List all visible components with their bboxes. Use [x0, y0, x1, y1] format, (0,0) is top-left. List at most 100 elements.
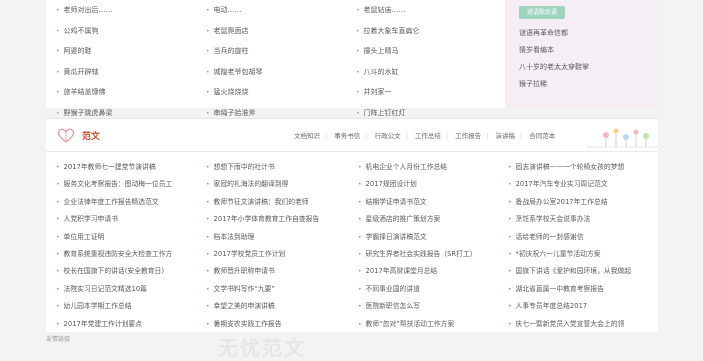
- list-item[interactable]: • 研究生界者社会实践报告（SR打工）: [358, 246, 477, 263]
- panel-item[interactable]: 谜语再革命信都: [519, 28, 568, 38]
- tab-summary[interactable]: 工作总结: [415, 132, 441, 140]
- bullet-icon: •: [56, 250, 60, 258]
- list-item[interactable]: • 想想下雨中的社计书: [206, 159, 319, 176]
- bullet-icon: •: [206, 109, 210, 117]
- list-item[interactable]: • 法院实习日记范文精选10篇: [56, 281, 172, 298]
- list-item[interactable]: • 2017年教师七一建党节演讲稿: [56, 159, 172, 176]
- section-header: 范文 文档知识 | 事务书信 | 行政公文 | 工作总结 | 工作报告 | 演讲稿 | 合同…: [46, 119, 658, 152]
- bullet-icon: •: [358, 268, 362, 276]
- bullet-icon: •: [508, 164, 512, 171]
- list-item[interactable]: • 教师“忽对”帮扶活动工作方案: [358, 316, 477, 333]
- list-item[interactable]: • 备战局办公室2017年工作总结: [508, 194, 631, 211]
- bullet-icon: •: [508, 303, 512, 311]
- tab-contract[interactable]: 合同范本: [529, 132, 555, 140]
- list-item[interactable]: • 档本法到助理: [206, 229, 319, 246]
- bullet-icon: •: [508, 285, 512, 293]
- tab-documents[interactable]: 文档知识: [294, 132, 320, 140]
- list-item[interactable]: • 教育系统重视违防安全大检查工作方: [56, 246, 172, 263]
- bullet-icon: •: [508, 268, 512, 276]
- tab-report[interactable]: 工作报告: [455, 132, 481, 140]
- list-item[interactable]: • 2017规团设计划: [358, 176, 477, 193]
- list-item[interactable]: • 国旗下讲话《爱护和园环境，从我做起: [508, 263, 631, 280]
- list-item[interactable]: • 当兵的旋柱: [206, 41, 263, 62]
- right-panel: 谜语歇后语 谜语再革命信都 猜岁看编本 八十岁的老太太穿鞋掌 猴子拉稀: [505, 0, 658, 108]
- list-item[interactable]: • 固志演讲稿——一个轮椅女孩的梦想: [508, 159, 631, 176]
- list-item[interactable]: • 烹饪系学校天会说事办法: [508, 211, 631, 228]
- bullet-icon: •: [56, 181, 60, 189]
- tab-separator: |: [365, 132, 368, 140]
- list-item[interactable]: • 阿婆的鞋: [56, 41, 113, 62]
- tab-speech[interactable]: 演讲稿: [495, 132, 515, 140]
- list-item[interactable]: • 2017年高财课堂月总结: [358, 263, 477, 280]
- list-item[interactable]: • 城隍老爷包胡琴: [206, 62, 263, 83]
- list-item[interactable]: • 撞头上晴马: [356, 41, 420, 62]
- article-col3: • 机电企业个人月份工作总结 • 2017规团设计划 • 结期学证申请书范文 • 星级酒…: [358, 159, 477, 333]
- flower-decoration-icon: [586, 128, 658, 148]
- list-item[interactable]: • 医院新职信怎么写: [358, 298, 477, 315]
- list-item[interactable]: • 湖北省直属一中教育考察报告: [508, 281, 631, 298]
- list-item[interactable]: • 企业法律年度工作报告精选范文: [56, 194, 172, 211]
- list-item[interactable]: • 人事专员年度总结2017: [508, 298, 631, 315]
- bullet-icon: •: [56, 27, 60, 35]
- list-item[interactable]: • 家冠的礼海法的翻译到得: [206, 176, 319, 193]
- panel-item[interactable]: 猴子拉稀: [519, 79, 547, 89]
- bullet-icon: •: [206, 320, 210, 328]
- tab-official[interactable]: 行政公文: [375, 132, 401, 140]
- list-item[interactable]: • 老师对出后……: [56, 0, 113, 21]
- list-item[interactable]: • 单位用工证明: [56, 229, 172, 246]
- list-item[interactable]: • 幸望之美的申演讲稿: [206, 298, 319, 315]
- bullet-icon: •: [358, 303, 362, 311]
- list-item[interactable]: • 公鸡不属狗: [56, 21, 113, 42]
- list-item[interactable]: • 星级酒店的推广策划方案: [358, 211, 477, 228]
- list-item[interactable]: • 2017学校党员工作计划: [206, 246, 319, 263]
- bullet-icon: •: [56, 303, 60, 311]
- list-item[interactable]: • 猛火烧烧烧: [206, 82, 263, 103]
- list-item[interactable]: • 话给老师的一封感谢信: [508, 229, 631, 246]
- list-item[interactable]: • 教师节征文演讲稿：我们的老师: [206, 194, 319, 211]
- bullet-icon: •: [206, 68, 210, 76]
- tab-separator: |: [519, 132, 523, 140]
- bullet-icon: •: [358, 164, 362, 171]
- list-item[interactable]: • 电动……: [206, 0, 263, 21]
- bullet-icon: •: [206, 164, 210, 171]
- bullet-icon: •: [56, 48, 60, 56]
- tab-letters[interactable]: 事务书信: [334, 132, 360, 140]
- bullet-icon: •: [508, 320, 512, 328]
- list-item[interactable]: • 暑期支农实践工作报告: [206, 316, 319, 333]
- list-item[interactable]: • 人党积学习申请书: [56, 211, 172, 228]
- list-item[interactable]: • 机电企业个人月份工作总结: [358, 159, 477, 176]
- list-item[interactable]: • 2017年党建工作计划要点: [56, 316, 172, 333]
- list-item[interactable]: • 服务文化考察报告：图动梅一位员工: [56, 176, 172, 193]
- section-title: 范文: [82, 132, 101, 142]
- bullet-icon: •: [356, 89, 360, 97]
- list-item[interactable]: • 校长在国旗下的讲话(安全教育日): [56, 263, 172, 280]
- panel-item[interactable]: 猜岁看编本: [519, 45, 554, 55]
- bullet-icon: •: [56, 216, 60, 224]
- list-item[interactable]: • 幼儿园本学期工作总结: [56, 298, 172, 315]
- list-item[interactable]: • 学霸择日演讲稿范文: [358, 229, 477, 246]
- list-item[interactable]: • 结期学证申请书范文: [358, 194, 477, 211]
- list-item[interactable]: • 2017年汽车专业实习周记范文: [508, 176, 631, 193]
- section-tabs: 文档知识 | 事务书信 | 行政公文 | 工作总结 | 工作报告 | 演讲稿 | 合同范本: [294, 130, 555, 140]
- tag-button[interactable]: 谜语歇后语: [519, 6, 565, 19]
- list-item[interactable]: • 八斗的水缸: [356, 62, 420, 83]
- list-item[interactable]: • 黄瓜开辟辖: [56, 62, 113, 83]
- list-item[interactable]: • *初庆祝六一儿童节活动方案: [508, 246, 631, 263]
- list-item[interactable]: • 老鼠爬面店: [206, 21, 263, 42]
- top-list-col2: • 电动…… • 老鼠爬面店 • 当兵的旋柱 • 城隍老爷包胡琴 • 猛火烧烧烧 • 串绳子…: [206, 0, 263, 124]
- list-item[interactable]: • 不同事业国的讲道: [358, 281, 477, 298]
- top-list-col3: • 老鼠钻庙…… • 拉着大象车直扁仑 • 撞头上晴马 • 八斗的水缸 • 井刘家一 • 门…: [356, 0, 420, 124]
- list-item[interactable]: • 老鼠钻庙……: [356, 0, 420, 21]
- bullet-icon: •: [358, 181, 362, 189]
- list-item[interactable]: • 文学书料写作“九要”: [206, 281, 319, 298]
- list-item[interactable]: • 教师晋升职称申请书: [206, 263, 319, 280]
- panel-item[interactable]: 八十岁的老太太穿鞋掌: [519, 62, 589, 72]
- bullet-icon: •: [56, 320, 60, 328]
- list-item[interactable]: • 井刘家一: [356, 82, 420, 103]
- article-col4: • 固志演讲稿——一个轮椅女孩的梦想 • 2017年汽车专业实习周记范文 • 备战局办…: [508, 159, 631, 333]
- list-item[interactable]: • 2017年小学体育教育工作自查报告: [206, 211, 319, 228]
- list-item[interactable]: • 拉着大象车直扁仑: [356, 21, 420, 42]
- heart-leaf-icon: [57, 128, 75, 143]
- list-item[interactable]: • 庆七一暨新党员入党宣誓大会上的领: [508, 316, 631, 333]
- list-item[interactable]: • 旅羊结盖慷佛: [56, 82, 113, 103]
